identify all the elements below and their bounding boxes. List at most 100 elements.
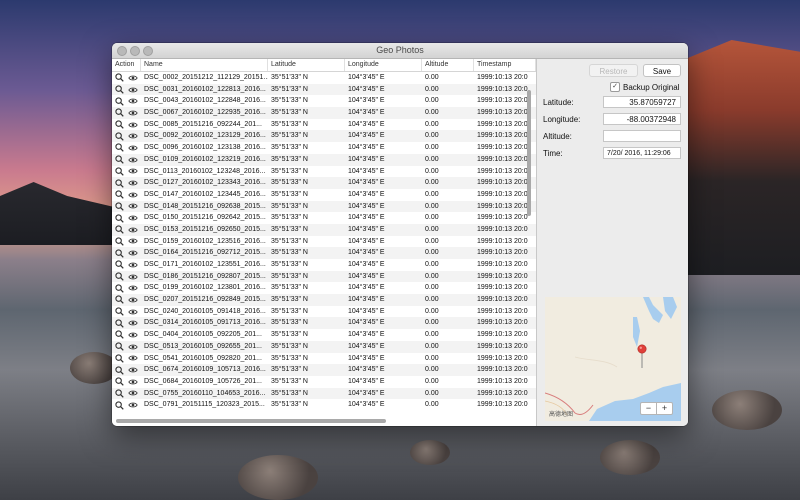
backup-original-toggle[interactable]: ✓ Backup Original bbox=[610, 82, 679, 92]
column-header-action[interactable]: Action bbox=[112, 59, 141, 71]
magnifier-icon[interactable] bbox=[115, 319, 124, 328]
minimize-window-button[interactable] bbox=[130, 46, 140, 56]
eye-icon[interactable] bbox=[128, 226, 138, 234]
column-header-timestamp[interactable]: Timestamp bbox=[474, 59, 536, 71]
eye-icon[interactable] bbox=[128, 319, 138, 327]
magnifier-icon[interactable] bbox=[115, 330, 124, 340]
table-row[interactable]: DSC_0513_20160105_092655_201... 35°51'33"… bbox=[112, 340, 536, 353]
close-window-button[interactable] bbox=[117, 46, 127, 56]
eye-icon[interactable] bbox=[128, 132, 138, 140]
table-row[interactable]: DSC_0314_20160105_091713_2016... 35°51'33… bbox=[112, 317, 536, 330]
eye-icon[interactable] bbox=[128, 179, 138, 187]
table-row[interactable]: DSC_0791_20151115_120323_2015... 35°51'33… bbox=[112, 399, 536, 411]
eye-icon[interactable] bbox=[128, 167, 138, 175]
table-row[interactable]: DSC_0148_20151216_092638_2015... 35°51'33… bbox=[112, 200, 536, 213]
table-row[interactable]: DSC_0755_20160110_104653_2016... 35°51'33… bbox=[112, 387, 536, 400]
eye-icon[interactable] bbox=[128, 144, 138, 152]
eye-icon[interactable] bbox=[128, 378, 138, 386]
table-row[interactable]: DSC_0171_20160102_123551_2016... 35°51'33… bbox=[112, 259, 536, 271]
magnifier-icon[interactable] bbox=[115, 213, 124, 223]
column-header-altitude[interactable]: Altitude bbox=[422, 59, 474, 71]
magnifier-icon[interactable] bbox=[115, 249, 124, 258]
eye-icon[interactable] bbox=[128, 343, 138, 351]
magnifier-icon[interactable] bbox=[115, 237, 124, 246]
table-row[interactable]: DSC_0186_20151216_092807_2015... 35°51'33… bbox=[112, 270, 536, 283]
table-row[interactable]: DSC_0067_20160102_122935_2016... 35°51'33… bbox=[112, 107, 536, 119]
map-zoom-in-button[interactable]: + bbox=[657, 403, 672, 414]
magnifier-icon[interactable] bbox=[115, 295, 124, 305]
magnifier-icon[interactable] bbox=[115, 108, 124, 118]
time-field[interactable]: 7/20/ 2016, 11:29:06 bbox=[603, 147, 681, 159]
table-row[interactable]: DSC_0043_20160102_122848_2016... 35°51'33… bbox=[112, 95, 536, 107]
map-zoom-out-button[interactable]: − bbox=[641, 403, 657, 414]
eye-icon[interactable] bbox=[128, 214, 138, 222]
table-row[interactable]: DSC_0031_20160102_122813_2016... 35°51'33… bbox=[112, 83, 536, 96]
table-row[interactable]: DSC_0199_20160102_123801_2016... 35°51'33… bbox=[112, 282, 536, 294]
eye-icon[interactable] bbox=[128, 401, 138, 409]
magnifier-icon[interactable] bbox=[115, 377, 124, 386]
eye-icon[interactable] bbox=[128, 296, 138, 304]
eye-icon[interactable] bbox=[128, 284, 138, 292]
eye-icon[interactable] bbox=[128, 156, 138, 164]
eye-icon[interactable] bbox=[128, 249, 138, 257]
magnifier-icon[interactable] bbox=[115, 167, 124, 176]
column-header-latitude[interactable]: Latitude bbox=[268, 59, 345, 71]
magnifier-icon[interactable] bbox=[115, 354, 124, 363]
eye-icon[interactable] bbox=[128, 109, 138, 117]
table-row[interactable]: DSC_0240_20160105_091418_2016... 35°51'33… bbox=[112, 306, 536, 318]
table-row[interactable]: DSC_0153_20151216_092650_2015... 35°51'33… bbox=[112, 223, 536, 236]
longitude-field[interactable]: -88.00372948 bbox=[603, 113, 681, 125]
eye-icon[interactable] bbox=[128, 237, 138, 245]
table-row[interactable]: DSC_0164_20151216_092712_2015... 35°51'33… bbox=[112, 247, 536, 259]
eye-icon[interactable] bbox=[128, 261, 138, 269]
eye-icon[interactable] bbox=[128, 354, 138, 362]
table-row[interactable]: DSC_0674_20160109_105713_2016... 35°51'33… bbox=[112, 364, 536, 376]
vertical-scrollbar[interactable] bbox=[527, 90, 531, 216]
eye-icon[interactable] bbox=[128, 202, 138, 210]
table-row[interactable]: DSC_0159_20160102_123516_2016... 35°51'33… bbox=[112, 236, 536, 248]
altitude-field[interactable] bbox=[603, 130, 681, 142]
zoom-window-button[interactable] bbox=[143, 46, 153, 56]
table-row[interactable]: DSC_0541_20160105_092820_201... 35°51'33"… bbox=[112, 353, 536, 365]
magnifier-icon[interactable] bbox=[115, 260, 124, 270]
magnifier-icon[interactable] bbox=[115, 190, 124, 199]
magnifier-icon[interactable] bbox=[115, 73, 124, 83]
magnifier-icon[interactable] bbox=[115, 400, 124, 410]
magnifier-icon[interactable] bbox=[115, 85, 124, 94]
magnifier-icon[interactable] bbox=[115, 178, 124, 188]
magnifier-icon[interactable] bbox=[115, 272, 124, 281]
table-row[interactable]: DSC_0085_20151216_092244_201... 35°51'33"… bbox=[112, 119, 536, 131]
restore-button[interactable]: Restore bbox=[589, 64, 638, 77]
table-row[interactable]: DSC_0207_20151216_092849_2015... 35°51'33… bbox=[112, 294, 536, 306]
location-map[interactable]: 高德地图 − + bbox=[545, 297, 681, 421]
table-row[interactable]: DSC_0127_20160102_123343_2016... 35°51'33… bbox=[112, 177, 536, 189]
magnifier-icon[interactable] bbox=[115, 342, 124, 351]
magnifier-icon[interactable] bbox=[115, 365, 124, 375]
eye-icon[interactable] bbox=[128, 389, 138, 397]
table-row[interactable]: DSC_0150_20151216_092642_2015... 35°51'33… bbox=[112, 212, 536, 224]
magnifier-icon[interactable] bbox=[115, 155, 124, 164]
latitude-field[interactable]: 35.87059727 bbox=[603, 96, 681, 108]
table-row[interactable]: DSC_0109_20160102_123219_2016... 35°51'33… bbox=[112, 153, 536, 166]
magnifier-icon[interactable] bbox=[115, 202, 124, 211]
eye-icon[interactable] bbox=[128, 121, 138, 129]
column-header-longitude[interactable]: Longitude bbox=[345, 59, 422, 71]
eye-icon[interactable] bbox=[128, 86, 138, 94]
eye-icon[interactable] bbox=[128, 74, 138, 82]
eye-icon[interactable] bbox=[128, 308, 138, 316]
column-header-name[interactable]: Name bbox=[141, 59, 268, 71]
table-row[interactable]: DSC_0113_20160102_123248_2016... 35°51'33… bbox=[112, 166, 536, 178]
eye-icon[interactable] bbox=[128, 331, 138, 339]
photo-table[interactable]: Action Name Latitude Longitude Altitude … bbox=[112, 59, 537, 426]
table-row[interactable]: DSC_0684_20160109_105726_201... 35°51'33"… bbox=[112, 376, 536, 388]
table-row[interactable]: DSC_0404_20160105_092205_201... 35°51'33"… bbox=[112, 329, 536, 341]
eye-icon[interactable] bbox=[128, 273, 138, 281]
table-row[interactable]: DSC_0002_20151212_112129_20151... 35°51'3… bbox=[112, 72, 536, 84]
magnifier-icon[interactable] bbox=[115, 225, 124, 235]
magnifier-icon[interactable] bbox=[115, 307, 124, 316]
magnifier-icon[interactable] bbox=[115, 120, 124, 129]
horizontal-scrollbar[interactable] bbox=[116, 419, 386, 423]
magnifier-icon[interactable] bbox=[115, 284, 124, 293]
table-row[interactable]: DSC_0092_20160102_123129_2016... 35°51'33… bbox=[112, 130, 536, 143]
eye-icon[interactable] bbox=[128, 366, 138, 374]
